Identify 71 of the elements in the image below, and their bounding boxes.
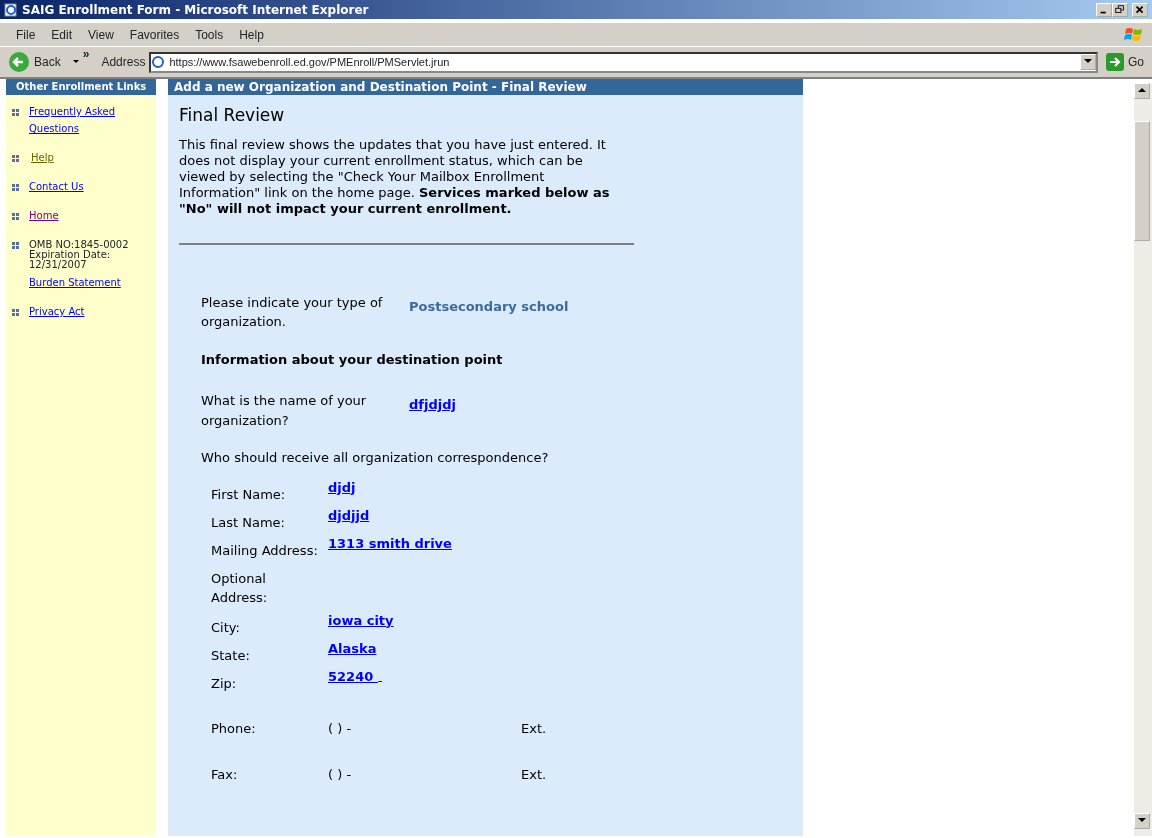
field-value: ( ) - <box>328 719 353 738</box>
bullet-icon <box>12 242 19 249</box>
address-field[interactable]: https://www.fsawebenroll.ed.gov/PMEnroll/PMServlet.jrun <box>149 51 1098 73</box>
field-value[interactable]: 52240 <box>328 666 378 686</box>
windows-logo-icon <box>1124 25 1144 44</box>
restore-button[interactable] <box>1112 2 1128 17</box>
field-value[interactable]: 1313 smith drive <box>328 533 452 553</box>
sidebar-link[interactable]: Home <box>29 207 59 224</box>
down-arrow-icon <box>1084 59 1092 65</box>
bullet-icon <box>12 155 19 162</box>
page-header: Add a new Organization and Destination Point - Final Review <box>168 79 803 95</box>
go-arrow-icon <box>1106 53 1124 71</box>
caret-icon <box>72 60 79 64</box>
chevron-icon[interactable]: » <box>82 47 90 61</box>
question-text: Who should receive all organization correspondence? <box>201 449 550 467</box>
browser-icon <box>4 2 18 17</box>
scrollbar[interactable] <box>1134 83 1152 836</box>
dropdown-button[interactable] <box>1080 54 1096 70</box>
menu-item[interactable]: File <box>8 27 44 42</box>
field-label: Phone: <box>211 719 257 738</box>
up-arrow-icon <box>1138 88 1146 93</box>
ext-label: Ext. <box>521 719 547 738</box>
field-value[interactable]: djdj <box>328 477 356 497</box>
scrollbar-thumb[interactable] <box>1134 121 1150 241</box>
sidebar-link[interactable]: Contact Us <box>29 178 84 195</box>
section-heading: Information about your destination point <box>201 350 504 369</box>
field-label: Optional Address: <box>211 569 269 607</box>
menu-item[interactable]: Favorites <box>121 27 188 42</box>
back-button[interactable]: Back <box>8 51 79 73</box>
omb-note: OMB NO:1845-0002 Expiration Date: 12/31/2007 <box>29 240 129 270</box>
intro-paragraph: This final review shows the updates that you have just entered. It does not display your current enrollment status, which can be viewed by selecting the "Check Your Mailbox Enrollment Information" link on the home page. Services marked below as "No" will not impact your current enrollment. <box>178 136 611 217</box>
field-value[interactable]: iowa city <box>328 610 394 630</box>
address-label: Address <box>101 55 146 69</box>
field-value: Postsecondary school <box>409 297 569 316</box>
scroll-down-button[interactable] <box>1134 813 1150 829</box>
sidebar-header: Other Enrollment Links <box>6 79 156 95</box>
field-label: What is the name of your organization? <box>201 392 368 430</box>
down-arrow-icon <box>1138 818 1146 823</box>
page-title: Final Review <box>178 104 286 127</box>
field-value[interactable]: djdjjd <box>328 505 370 525</box>
sidebar-link[interactable]: Help <box>31 149 54 166</box>
bullet-icon <box>12 109 19 116</box>
bullet-icon <box>12 184 19 191</box>
field-value: ( ) - <box>328 765 353 784</box>
window-title: SAIG Enrollment Form - Microsoft Internet Explorer <box>22 2 369 17</box>
sidebar-link[interactable]: Burden Statement <box>29 274 121 291</box>
field-label: Zip: <box>211 674 238 693</box>
field-label: Last Name: <box>211 513 286 532</box>
field-value[interactable]: Alaska <box>328 638 377 658</box>
field-label: Fax: <box>211 765 239 784</box>
menu-item[interactable]: Edit <box>43 27 81 42</box>
menu-item[interactable]: Help <box>231 27 272 42</box>
sidebar-link[interactable]: Frequently Asked Questions <box>29 103 150 137</box>
bullet-icon <box>12 309 19 316</box>
sidebar-link[interactable]: Privacy Act <box>29 303 85 320</box>
page-icon <box>151 55 166 69</box>
field-label: Mailing Address: <box>211 541 319 560</box>
field-label: First Name: <box>211 485 287 504</box>
field-label: Please indicate your type of organization. <box>201 293 384 331</box>
bullet-icon <box>12 213 19 220</box>
menu-item[interactable]: View <box>80 27 122 42</box>
scroll-up-button[interactable] <box>1134 83 1150 99</box>
menu-item[interactable]: Tools <box>187 27 232 42</box>
field-value[interactable]: dfjdjdj <box>409 395 456 415</box>
field-label: City: <box>211 618 241 637</box>
field-suffix: - <box>377 671 383 690</box>
go-button[interactable]: Go <box>1106 53 1144 71</box>
ext-label: Ext. <box>521 765 547 784</box>
minimize-button[interactable] <box>1096 2 1112 17</box>
close-button[interactable] <box>1132 2 1148 17</box>
field-label: State: <box>211 646 251 665</box>
